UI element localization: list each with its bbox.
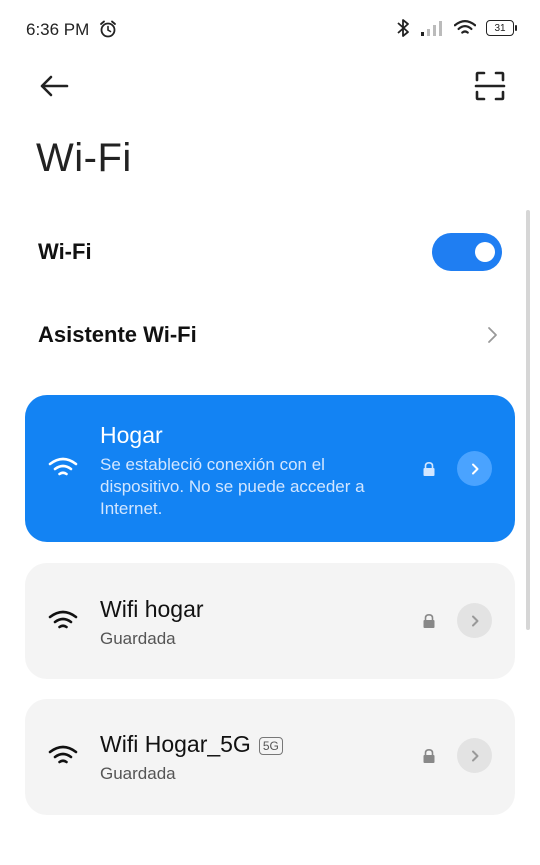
lock-icon — [423, 748, 435, 763]
qr-scan-icon[interactable] — [472, 68, 508, 104]
toggle-knob — [475, 242, 495, 262]
network-details-button[interactable] — [457, 451, 492, 486]
wifi-toggle[interactable] — [432, 233, 502, 271]
signal-icon — [421, 21, 442, 36]
wifi-signal-icon — [48, 610, 78, 629]
status-bar: 6:36 PM 31 — [0, 0, 540, 60]
network-item-hogar[interactable]: Hogar Se estableció conexión con el disp… — [25, 395, 515, 542]
alarm-icon — [100, 20, 116, 38]
network-name: Wifi hogar — [100, 596, 204, 622]
wifi-icon — [454, 20, 476, 34]
chevron-right-icon — [471, 463, 478, 474]
chevron-right-icon — [471, 750, 478, 761]
wifi-toggle-row[interactable]: Wi-Fi — [38, 230, 502, 274]
bluetooth-icon — [397, 19, 409, 37]
battery-icon: 31 — [486, 20, 517, 36]
battery-level: 31 — [494, 22, 506, 34]
network-item-wifi-hogar-5g[interactable]: Wifi Hogar_5G 5G Guardada — [25, 699, 515, 815]
lock-icon — [423, 613, 435, 628]
network-name-row: Wifi Hogar_5G 5G — [100, 731, 283, 758]
wifi-toggle-label: Wi-Fi — [38, 239, 92, 264]
network-status: Guardada — [100, 629, 176, 648]
network-item-wifi-hogar[interactable]: Wifi hogar Guardada — [25, 563, 515, 679]
status-icons: 31 — [396, 18, 517, 38]
network-status: Se estableció conexión con el dispositiv… — [100, 455, 365, 518]
wifi-signal-icon — [48, 457, 78, 476]
scrollbar[interactable] — [526, 210, 530, 630]
back-arrow-icon[interactable] — [36, 68, 72, 104]
wifi-signal-icon — [48, 745, 78, 764]
wifi-assistant-row[interactable]: Asistente Wi-Fi — [38, 313, 502, 357]
page-title: Wi-Fi — [36, 136, 132, 180]
band-badge: 5G — [258, 736, 283, 755]
network-details-button[interactable] — [457, 738, 492, 773]
network-name: Hogar — [100, 422, 163, 448]
chevron-right-icon — [488, 327, 497, 343]
network-status: Guardada — [100, 764, 176, 783]
network-details-button[interactable] — [457, 603, 492, 638]
lock-icon — [423, 461, 435, 476]
chevron-right-icon — [471, 615, 478, 626]
network-name: Wifi Hogar_5G — [100, 731, 251, 757]
status-time: 6:36 PM — [26, 20, 90, 39]
wifi-assistant-label: Asistente Wi-Fi — [38, 322, 197, 347]
